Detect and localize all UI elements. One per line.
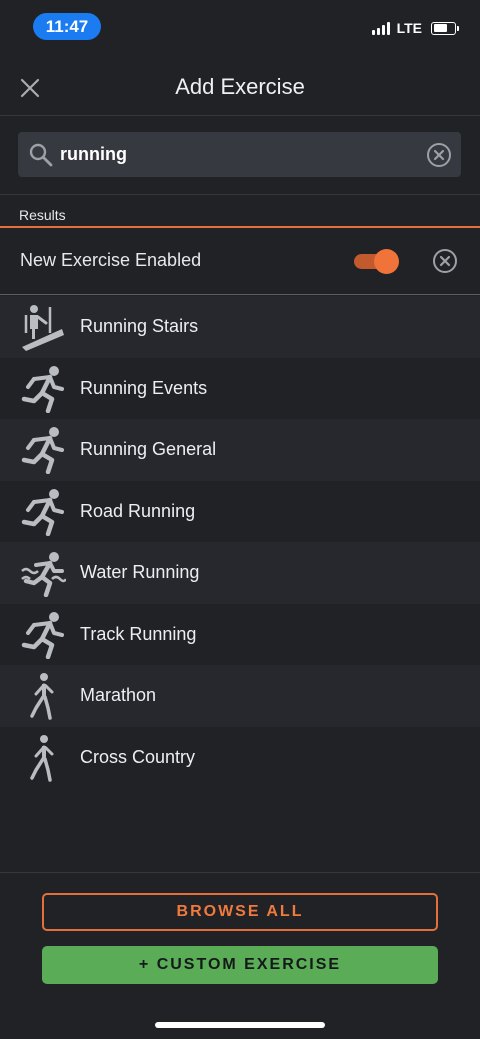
list-item-label: Track Running: [80, 623, 197, 644]
battery-icon: [431, 21, 459, 35]
list-item[interactable]: Running Stairs: [0, 296, 480, 358]
new-exercise-label: New Exercise Enabled: [20, 250, 202, 270]
list-item-label: Road Running: [80, 500, 196, 521]
list-item[interactable]: Running Events: [0, 358, 480, 420]
status-time: 11:47: [33, 13, 101, 40]
network-type: LTE: [396, 20, 422, 36]
home-indicator[interactable]: [155, 1022, 325, 1028]
divider: [0, 872, 480, 873]
list-item[interactable]: Cross Country: [0, 727, 480, 789]
header: Add Exercise: [0, 60, 480, 116]
walker-icon: [18, 671, 68, 721]
search-icon: [29, 143, 53, 167]
stair-climber-icon: [18, 302, 68, 352]
list-item-label: Water Running: [80, 562, 200, 583]
browse-all-button[interactable]: BROWSE ALL: [42, 893, 438, 931]
list-item[interactable]: Water Running: [0, 542, 480, 604]
dismiss-icon[interactable]: [432, 248, 458, 274]
search-box: [18, 132, 461, 177]
results-label: Results: [19, 207, 66, 223]
search-input[interactable]: [60, 132, 430, 177]
new-exercise-row: New Exercise Enabled: [0, 228, 480, 295]
signal-icon: [371, 21, 390, 35]
list-item[interactable]: Marathon: [0, 665, 480, 727]
runner-icon: [18, 610, 68, 660]
custom-exercise-button[interactable]: + CUSTOM EXERCISE: [42, 946, 438, 984]
list-item-label: Marathon: [80, 685, 157, 706]
list-item-label: Cross Country: [80, 746, 196, 767]
status-bar: 11:47 LTE: [0, 0, 480, 52]
status-icons: LTE: [371, 20, 459, 36]
clear-search-icon[interactable]: [426, 142, 452, 168]
runner-icon: [18, 364, 68, 414]
runner-icon: [18, 425, 68, 475]
list-item[interactable]: Track Running: [0, 604, 480, 666]
toggle-knob: [374, 249, 399, 274]
list-item[interactable]: Running General: [0, 419, 480, 481]
page-title: Add Exercise: [175, 74, 305, 99]
walker-icon: [18, 733, 68, 783]
new-exercise-toggle[interactable]: [354, 249, 399, 274]
runner-icon: [18, 487, 68, 537]
list-item-label: Running Stairs: [80, 316, 199, 337]
divider: [0, 194, 480, 195]
list-item-label: Running General: [80, 439, 217, 460]
list-item[interactable]: Road Running: [0, 481, 480, 543]
list-item-label: Running Events: [80, 377, 208, 398]
results-list: Running Stairs Running Events Running Ge: [0, 296, 480, 788]
water-runner-icon: [18, 548, 68, 598]
